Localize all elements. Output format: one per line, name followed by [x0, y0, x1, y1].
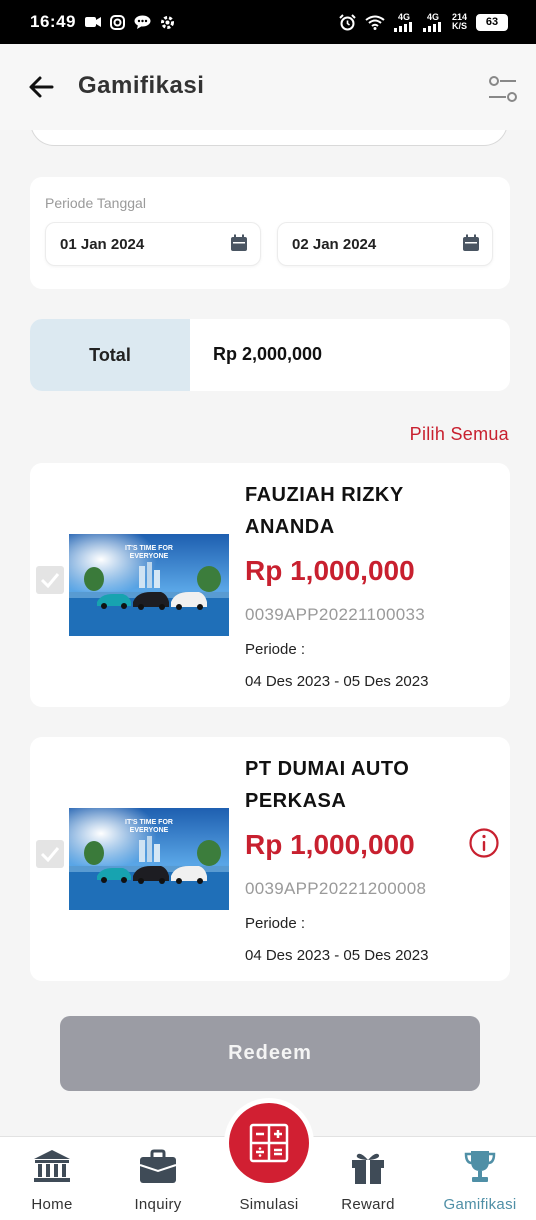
periode-label: Periode Tanggal [45, 195, 146, 211]
signal-4g-icon-2: 4G [422, 11, 443, 32]
gift-icon [348, 1147, 388, 1187]
nav-item-home[interactable]: Home [2, 1137, 102, 1220]
voucher-checkbox[interactable] [36, 566, 64, 594]
banner-text-2: EVERYONE [130, 827, 169, 834]
check-icon [40, 847, 60, 862]
chat-icon [134, 15, 151, 29]
settings-icon [160, 15, 175, 30]
battery-icon: 63 [476, 13, 508, 31]
alarm-icon [339, 13, 356, 31]
info-button[interactable] [468, 827, 500, 859]
voucher-periode-label: Periode : [245, 915, 306, 932]
voucher-banner-image: IT'S TIME FOR EVERYONE [69, 808, 229, 910]
total-card: Total Rp 2,000,000 [30, 319, 510, 391]
total-value: Rp 2,000,000 [213, 344, 323, 364]
redeem-button[interactable]: Redeem [60, 1016, 480, 1091]
periode-card: Periode Tanggal 01 Jan 2024 02 Jan 2024 [30, 177, 510, 289]
net-speed-unit: K/S [451, 21, 467, 31]
voucher-periode: 04 Des 2023 - 05 Des 2023 [245, 673, 429, 690]
voucher-amount: Rp 1,000,000 [245, 829, 415, 860]
voucher-card[interactable]: IT'S TIME FOR EVERYONE PT DUMAI AUTO PER… [30, 737, 510, 981]
start-date-field[interactable]: 01 Jan 2024 [45, 222, 261, 266]
net-speed: 214 K/S [452, 13, 467, 31]
nav-item-gamifikasi[interactable]: Gamifikasi [430, 1137, 530, 1220]
banner-text-2: EVERYONE [130, 553, 169, 560]
calendar-icon [231, 234, 247, 251]
filter-button[interactable] [486, 74, 520, 104]
nav-label-reward: Reward [341, 1196, 395, 1213]
total-label: Total [30, 319, 190, 391]
select-all-link[interactable]: Pilih Semua [410, 424, 509, 445]
nav-label-gamifikasi: Gamifikasi [443, 1196, 517, 1213]
status-bar: 16:49 4G 4G 214 K/S 63 [0, 0, 536, 44]
wifi-icon [365, 15, 385, 30]
voucher-code: 0039APP20221200008 [245, 879, 427, 898]
nav-item-reward[interactable]: Reward [318, 1137, 418, 1220]
start-date-value: 01 Jan 2024 [60, 236, 145, 253]
voucher-code: 0039APP20221100033 [245, 605, 425, 624]
nav-label-simulasi: Simulasi [239, 1196, 299, 1213]
video-call-icon [84, 16, 101, 28]
instagram-icon [109, 14, 125, 30]
voucher-amount: Rp 1,000,000 [245, 555, 415, 586]
end-date-value: 02 Jan 2024 [292, 236, 377, 253]
banner-text-1: IT'S TIME FOR [125, 819, 173, 826]
voucher-banner-image: IT'S TIME FOR EVERYONE [69, 534, 229, 636]
voucher-name: FAUZIAH RIZKY ANANDA [245, 484, 404, 538]
voucher-checkbox[interactable] [36, 840, 64, 868]
calendar-icon [463, 234, 479, 251]
back-button[interactable] [28, 72, 56, 102]
network-type-2: 4G [426, 11, 439, 22]
app-header: Gamifikasi [0, 44, 536, 130]
briefcase-icon [138, 1147, 178, 1187]
nav-label-home: Home [31, 1196, 73, 1213]
banner-text-1: IT'S TIME FOR [125, 545, 173, 552]
sliders-icon [489, 76, 517, 102]
nav-item-inquiry[interactable]: Inquiry [108, 1137, 208, 1220]
voucher-periode-label: Periode : [245, 641, 306, 658]
calculator-icon [249, 1123, 289, 1163]
simulasi-fab-button[interactable] [224, 1098, 314, 1188]
network-type-1: 4G [397, 11, 410, 22]
info-icon [469, 828, 499, 858]
page-title: Gamifikasi [78, 72, 205, 99]
arrow-left-icon [29, 76, 54, 98]
voucher-name: PT DUMAI AUTO PERKASA [245, 758, 410, 812]
end-date-field[interactable]: 02 Jan 2024 [277, 222, 493, 266]
bank-icon [32, 1147, 72, 1187]
fab-circle [229, 1103, 309, 1183]
check-icon [40, 573, 60, 588]
status-time: 16:49 [30, 12, 76, 31]
nav-label-inquiry: Inquiry [134, 1196, 182, 1213]
voucher-card[interactable]: IT'S TIME FOR EVERYONE FAUZIAH RIZKY ANA… [30, 463, 510, 707]
voucher-periode: 04 Des 2023 - 05 Des 2023 [245, 947, 429, 964]
trophy-icon [460, 1147, 500, 1187]
signal-4g-icon-1: 4G [393, 11, 414, 32]
